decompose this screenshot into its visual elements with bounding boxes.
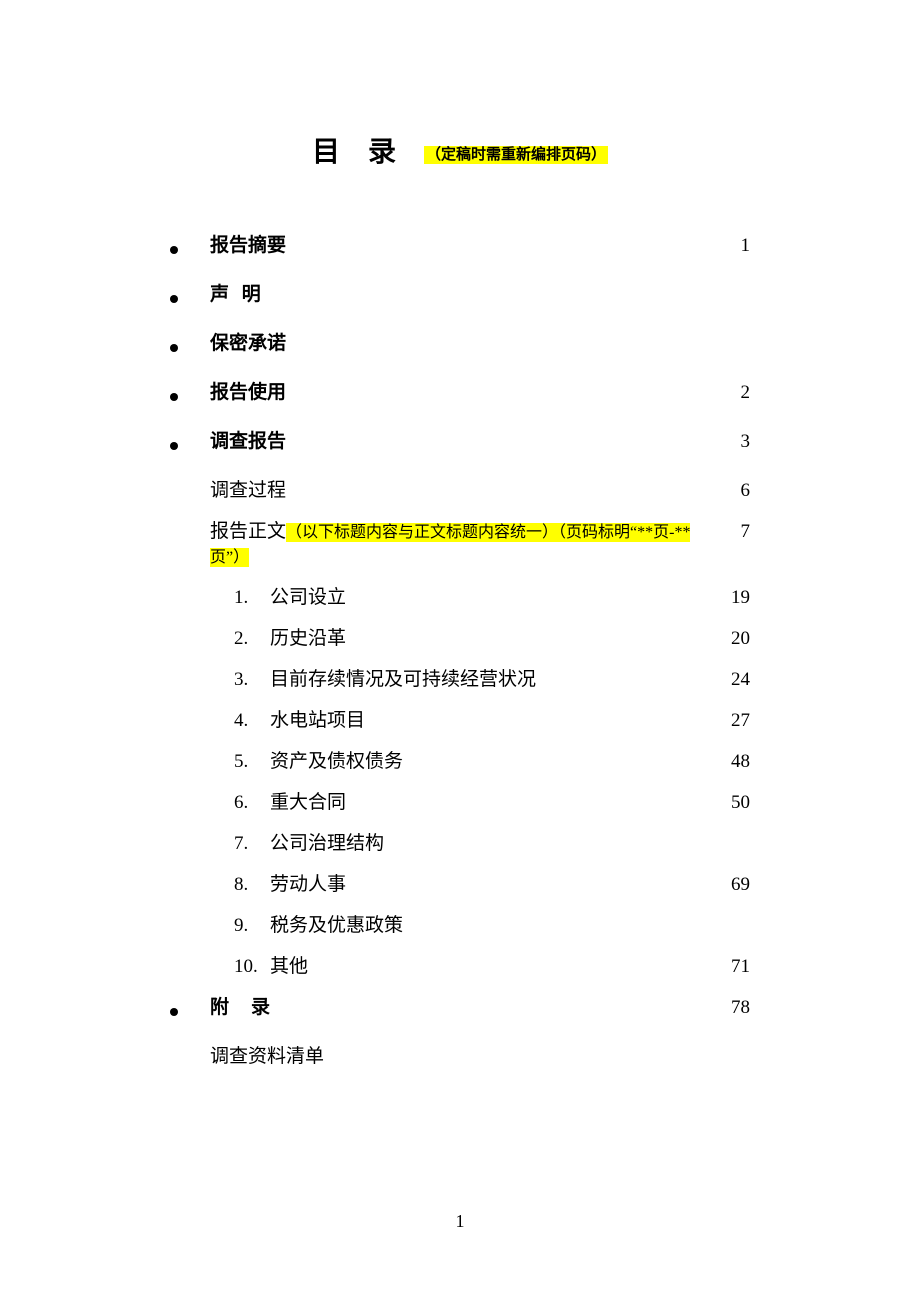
toc-item-statement: 声 明 (170, 279, 750, 306)
list-item: 9. 税务及优惠政策 (170, 910, 750, 937)
item-label: 公司设立 (270, 582, 710, 609)
toc-sub-process: 调查过程 6 (170, 475, 750, 502)
toc-label: 报告摘要 (210, 230, 710, 257)
item-number: 3. (234, 669, 270, 691)
bullet-icon (170, 391, 210, 405)
toc-label: 声 明 (210, 279, 710, 306)
item-label: 公司治理结构 (270, 828, 710, 855)
page-number-footer: 1 (0, 1211, 920, 1232)
item-label: 税务及优惠政策 (270, 910, 710, 937)
item-label: 目前存续情况及可持续经营状况 (270, 664, 710, 691)
toc-item-usage: 报告使用 2 (170, 377, 750, 404)
item-number: 6. (234, 792, 270, 814)
item-number: 9. (234, 915, 270, 937)
list-item: 2. 历史沿革 20 (170, 623, 750, 650)
list-item: 7. 公司治理结构 (170, 828, 750, 855)
item-number: 4. (234, 710, 270, 732)
toc-label: 保密承诺 (210, 328, 710, 355)
toc-page: 6 (710, 480, 750, 502)
list-item: 1. 公司设立 19 (170, 582, 750, 609)
item-page: 24 (710, 669, 750, 691)
list-item: 8. 劳动人事 69 (170, 869, 750, 896)
toc-item-summary: 报告摘要 1 (170, 230, 750, 257)
list-item: 3. 目前存续情况及可持续经营状况 24 (170, 664, 750, 691)
toc-item-report: 调查报告 3 (170, 426, 750, 453)
toc-title-main: 目录 (312, 137, 424, 168)
toc-label: 报告使用 (210, 377, 710, 404)
bullet-icon (170, 1006, 210, 1020)
item-number: 8. (234, 874, 270, 896)
toc-label: 调查资料清单 (210, 1041, 710, 1068)
item-page: 27 (710, 710, 750, 732)
toc-label: 附录 (210, 992, 710, 1019)
item-label: 劳动人事 (270, 869, 710, 896)
toc-page: 1 (710, 235, 750, 257)
toc-item-confidential: 保密承诺 (170, 328, 750, 355)
toc-title-note: （定稿时需重新编排页码） (424, 146, 608, 164)
item-page: 71 (710, 956, 750, 978)
item-label: 其他 (270, 951, 710, 978)
toc-page: 78 (710, 997, 750, 1019)
item-page: 19 (710, 587, 750, 609)
numbered-list: 1. 公司设立 19 2. 历史沿革 20 3. 目前存续情况及可持续经营状况 … (170, 582, 750, 978)
list-item: 6. 重大合同 50 (170, 787, 750, 814)
toc-sub-appendix: 调查资料清单 (170, 1041, 750, 1068)
toc-page: 7 (710, 521, 750, 543)
item-label: 重大合同 (270, 787, 710, 814)
toc-label: 报告正文（以下标题内容与正文标题内容统一）（页码标明“**页-**页”） (210, 516, 710, 568)
toc-page: 2 (710, 382, 750, 404)
toc-label: 调查报告 (210, 426, 710, 453)
body-label: 报告正文 (210, 521, 286, 542)
item-number: 2. (234, 628, 270, 650)
item-page: 69 (710, 874, 750, 896)
list-item: 5. 资产及债权债务 48 (170, 746, 750, 773)
item-label: 水电站项目 (270, 705, 710, 732)
item-page: 20 (710, 628, 750, 650)
item-number: 1. (234, 587, 270, 609)
item-label: 历史沿革 (270, 623, 710, 650)
item-label: 资产及债权债务 (270, 746, 710, 773)
toc-title: 目录（定稿时需重新编排页码） (170, 130, 750, 170)
bullet-icon (170, 293, 210, 307)
toc-item-appendix: 附录 78 (170, 992, 750, 1019)
list-item: 10. 其他 71 (170, 951, 750, 978)
item-number: 7. (234, 833, 270, 855)
item-number: 10. (234, 956, 270, 978)
item-page: 50 (710, 792, 750, 814)
toc-sub-body: 报告正文（以下标题内容与正文标题内容统一）（页码标明“**页-**页”） 7 (170, 516, 750, 568)
bullet-icon (170, 440, 210, 454)
toc-label: 调查过程 (210, 475, 710, 502)
toc-list: 报告摘要 1 声 明 保密承诺 报告使用 2 调查报告 3 调查过程 6 报告正… (170, 230, 750, 1068)
item-number: 5. (234, 751, 270, 773)
item-page: 48 (710, 751, 750, 773)
bullet-icon (170, 342, 210, 356)
bullet-icon (170, 244, 210, 258)
list-item: 4. 水电站项目 27 (170, 705, 750, 732)
toc-page: 3 (710, 431, 750, 453)
